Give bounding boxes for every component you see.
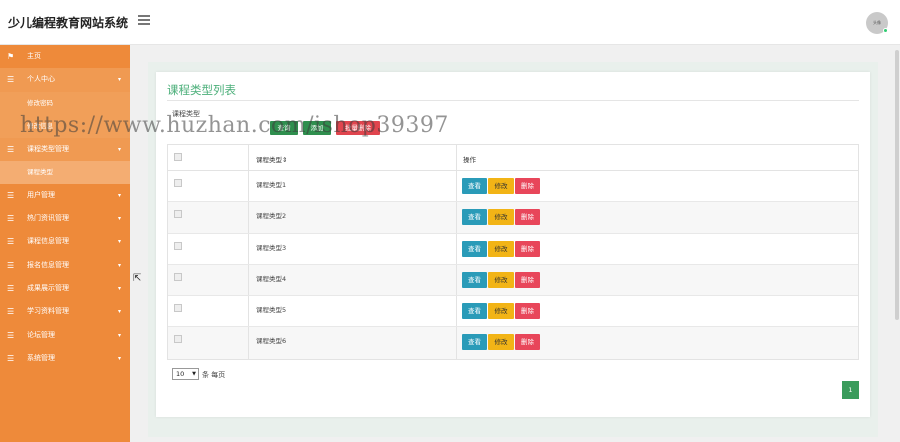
chevron-down-icon: ▾ — [118, 145, 122, 153]
data-table: 课程类型⇕ 操作 课程类型1 查看 修改 删除 课程类型2 查看 修改 删除 课… — [167, 144, 859, 360]
sidebar-sub-course-type[interactable]: 课程类型 — [0, 160, 130, 184]
sidebar-sub-change-password[interactable]: 修改密码 — [0, 91, 130, 115]
list-icon: ☰ — [7, 75, 15, 85]
view-button[interactable]: 查看 — [462, 271, 487, 288]
sidebar-item-user-mgmt[interactable]: ☰ 用户管理 ▾ — [0, 184, 130, 207]
list-icon: ☰ — [7, 260, 15, 270]
sidebar-item-news-mgmt[interactable]: ☰ 热门资讯管理 ▾ — [0, 207, 130, 230]
sort-icon: ⇕ — [282, 156, 288, 164]
cell-course-type: 课程类型5 — [256, 306, 287, 315]
row-checkbox[interactable] — [174, 335, 182, 344]
row-checkbox[interactable] — [174, 304, 182, 313]
sidebar: ⚑ 主页 ☰ 个人中心 ▾ 修改密码 修改信息 ☰ 课程类型管理 ▾ 课程类型 … — [0, 45, 130, 442]
column-header-actions: 操作 — [463, 156, 476, 164]
table-row: 课程类型1 查看 修改 删除 — [168, 171, 858, 203]
cell-course-type: 课程类型1 — [256, 181, 287, 189]
table-row: 课程类型2 查看 修改 删除 — [168, 202, 858, 234]
cell-course-type: 课程类型2 — [256, 212, 287, 221]
row-checkbox[interactable] — [174, 241, 182, 250]
list-icon: ☰ — [7, 284, 15, 294]
watermark: https://www.huzhan.com/ishop39397 — [20, 113, 449, 138]
edit-button[interactable]: 修改 — [488, 209, 514, 226]
chevron-down-icon: ▾ — [118, 354, 122, 362]
delete-button[interactable]: 删除 — [515, 303, 540, 320]
list-icon: ☰ — [7, 307, 15, 317]
top-bar: 少儿编程教育网站系统 头像 — [0, 0, 900, 45]
table-row: 课程类型6 查看 修改 删除 — [168, 327, 858, 359]
list-icon: ☰ — [7, 144, 15, 154]
sidebar-item-materials-mgmt[interactable]: ☰ 学习资料管理 ▾ — [0, 300, 130, 323]
sidebar-item-showcase-mgmt[interactable]: ☰ 成果展示管理 ▾ — [0, 277, 130, 300]
view-button[interactable]: 查看 — [462, 303, 487, 320]
cell-course-type: 课程类型4 — [256, 274, 287, 283]
app-title: 少儿编程教育网站系统 — [8, 16, 129, 30]
table-row: 课程类型3 查看 修改 删除 — [168, 233, 858, 265]
chevron-down-icon: ▾ — [118, 261, 122, 269]
table-header: 课程类型⇕ 操作 — [168, 145, 858, 171]
sidebar-item-home[interactable]: ⚑ 主页 — [0, 45, 130, 68]
title-divider — [167, 100, 859, 101]
row-checkbox[interactable] — [174, 179, 182, 187]
page-button-current[interactable]: 1 — [842, 381, 859, 399]
view-button[interactable]: 查看 — [462, 240, 487, 257]
chevron-down-icon: ▾ — [118, 285, 122, 293]
menu-toggle-icon[interactable] — [138, 15, 150, 25]
per-page-label: 条 每页 — [202, 371, 226, 379]
page-size-select[interactable]: 10 ▼ — [172, 368, 199, 380]
edit-button[interactable]: 修改 — [488, 303, 514, 320]
sidebar-item-signup-mgmt[interactable]: ☰ 报名信息管理 ▾ — [0, 254, 130, 277]
chevron-down-icon: ▾ — [118, 331, 122, 339]
delete-button[interactable]: 删除 — [515, 271, 540, 288]
select-all-checkbox[interactable] — [174, 153, 182, 161]
sidebar-item-course-type-mgmt[interactable]: ☰ 课程类型管理 ▾ — [0, 137, 130, 161]
delete-button[interactable]: 删除 — [515, 209, 540, 226]
sidebar-item-personal-center[interactable]: ☰ 个人中心 ▾ — [0, 68, 130, 92]
chevron-down-icon: ▾ — [118, 238, 122, 246]
list-icon: ☰ — [7, 190, 15, 200]
sidebar-item-course-info-mgmt[interactable]: ☰ 课程信息管理 ▾ — [0, 230, 130, 253]
chevron-down-icon: ▾ — [118, 308, 122, 316]
delete-button[interactable]: 删除 — [515, 240, 540, 257]
page-scrollbar[interactable] — [895, 50, 899, 320]
list-icon: ☰ — [7, 330, 15, 340]
flag-icon: ⚑ — [7, 52, 15, 61]
list-icon: ☰ — [7, 237, 15, 247]
chevron-down-icon: ▾ — [118, 76, 122, 84]
chevron-down-icon: ▾ — [118, 215, 122, 223]
column-header-course-type[interactable]: 课程类型⇕ — [256, 154, 287, 164]
edit-button[interactable]: 修改 — [488, 240, 514, 257]
view-button[interactable]: 查看 — [462, 334, 487, 351]
chevron-down-icon: ▼ — [192, 371, 196, 377]
mouse-cursor-icon: ⇱ — [133, 273, 142, 284]
chevron-down-icon: ▾ — [118, 191, 122, 199]
sidebar-item-forum-mgmt[interactable]: ☰ 论坛管理 ▾ — [0, 324, 130, 347]
table-row: 课程类型5 查看 修改 删除 — [168, 296, 858, 328]
view-button[interactable]: 查看 — [462, 209, 487, 226]
online-status-dot — [883, 28, 888, 33]
sidebar-item-system-mgmt[interactable]: ☰ 系统管理 ▾ — [0, 347, 130, 370]
edit-button[interactable]: 修改 — [488, 334, 514, 351]
delete-button[interactable]: 删除 — [515, 334, 540, 351]
view-button[interactable]: 查看 — [462, 178, 487, 194]
cell-course-type: 课程类型6 — [256, 337, 287, 346]
row-checkbox[interactable] — [174, 272, 182, 281]
table-row: 课程类型4 查看 修改 删除 — [168, 264, 858, 297]
page-title: 课程类型列表 — [167, 83, 236, 97]
delete-button[interactable]: 删除 — [515, 178, 540, 194]
cell-course-type: 课程类型3 — [256, 243, 287, 252]
list-icon: ☰ — [7, 353, 15, 363]
edit-button[interactable]: 修改 — [488, 178, 514, 194]
list-icon: ☰ — [7, 214, 15, 224]
edit-button[interactable]: 修改 — [488, 271, 514, 288]
row-checkbox[interactable] — [174, 210, 182, 219]
